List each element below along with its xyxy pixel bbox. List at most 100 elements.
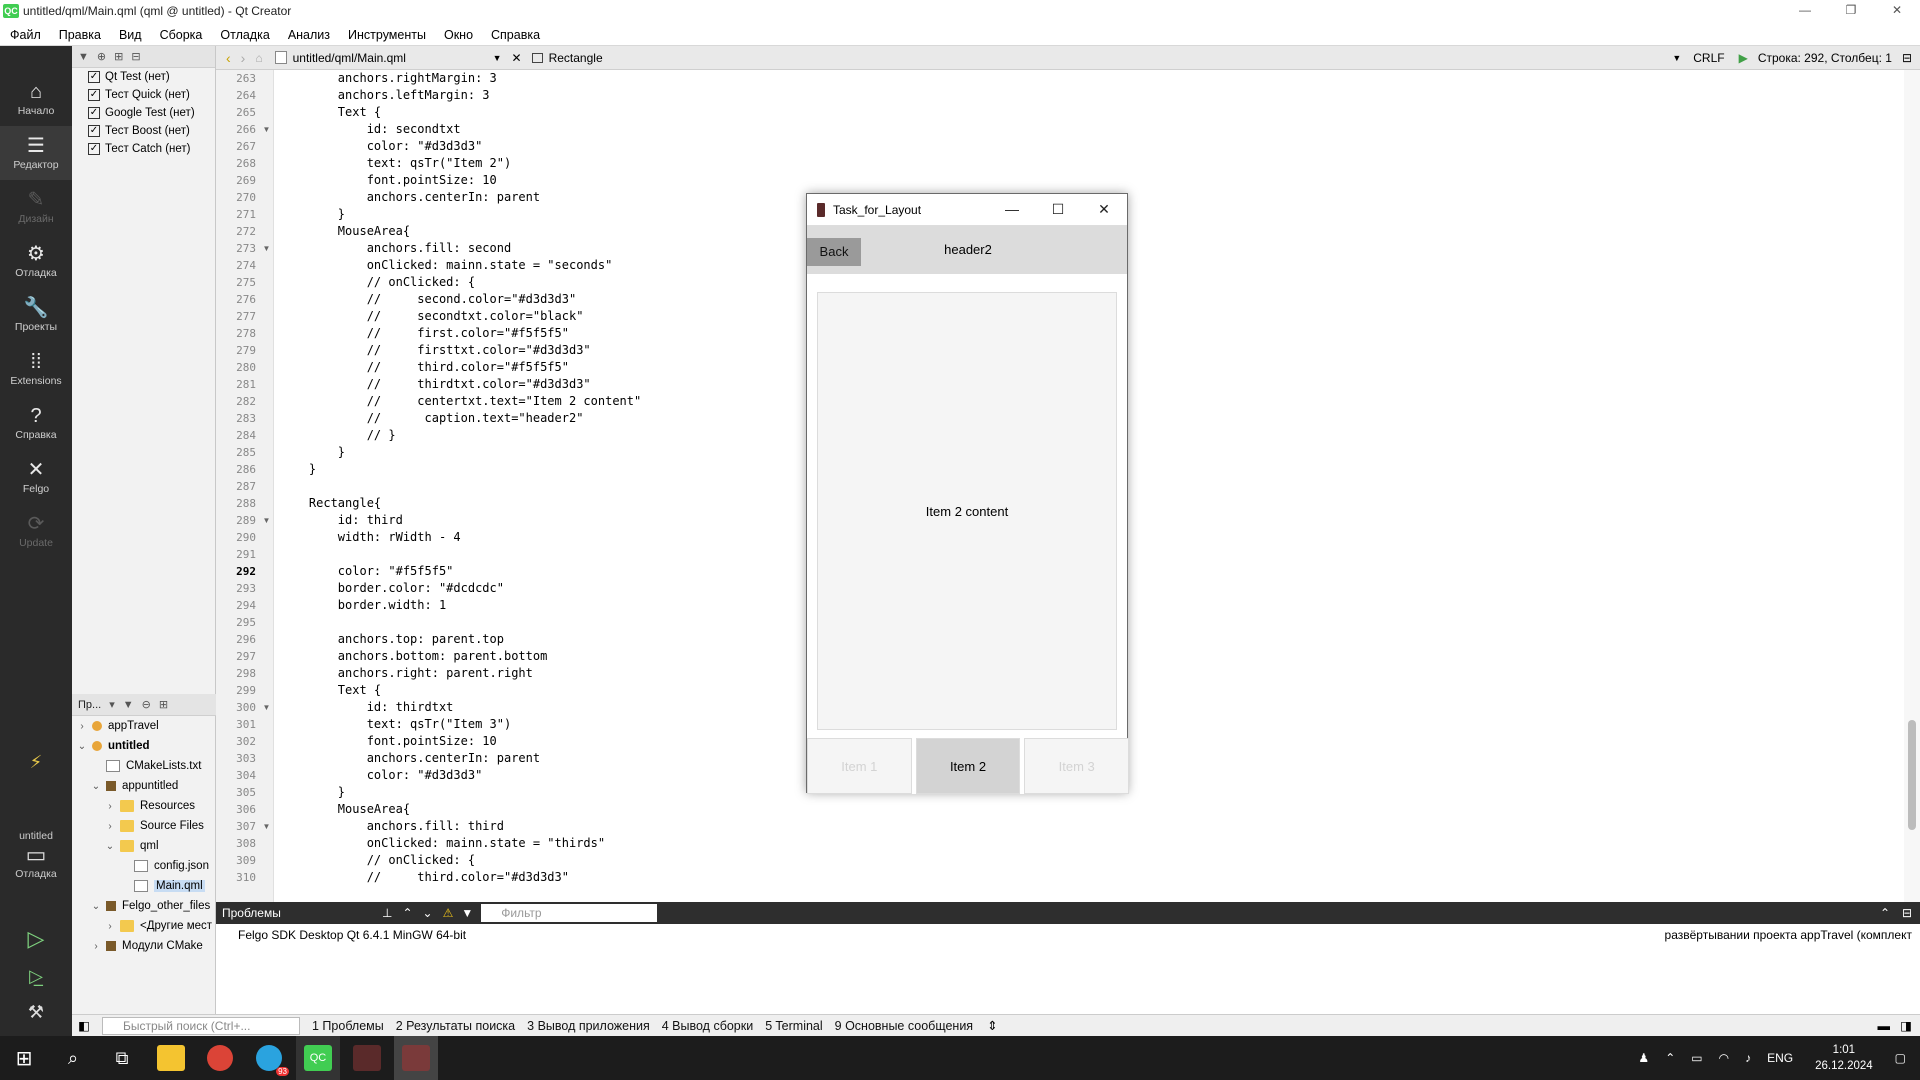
quick-search-input[interactable]: Быстрый поиск (Ctrl+... <box>102 1016 300 1035</box>
mode-extensions[interactable]: ⁞⁞ Extensions <box>0 342 72 396</box>
menu-item[interactable]: Инструменты <box>338 28 434 42</box>
output-tab[interactable]: 1 Проблемы <box>312 1019 384 1033</box>
collapse-arrow-icon[interactable]: › <box>104 921 116 932</box>
project-tree-item[interactable]: ⌄ untitled <box>72 736 216 756</box>
tray-chevron-icon[interactable]: ⌃ <box>1665 1051 1675 1065</box>
fold-arrow-icon[interactable]: ▼ <box>260 240 273 257</box>
fold-arrow-icon[interactable]: ▼ <box>260 121 273 138</box>
mode-дизайн[interactable]: ✎ Дизайн <box>0 180 72 234</box>
close-icon[interactable]: ✕ <box>1081 194 1127 226</box>
qt-app-taskbar-icon[interactable] <box>345 1036 389 1080</box>
project-tree-item[interactable]: CMakeLists.txt <box>72 756 216 776</box>
expand-icon[interactable]: ⊞ <box>114 50 123 63</box>
menu-item[interactable]: Анализ <box>278 28 338 42</box>
scrollbar-thumb[interactable] <box>1908 720 1916 830</box>
toggle-right-sidebar-icon[interactable]: ◨ <box>1900 1018 1912 1033</box>
fold-arrow-icon[interactable]: ▼ <box>260 818 273 835</box>
run-icon[interactable]: ▷ <box>0 926 72 952</box>
expand-arrow-icon[interactable]: ⌄ <box>104 841 116 852</box>
language-indicator[interactable]: ENG <box>1767 1051 1793 1065</box>
run-tests-icon[interactable]: ⊕ <box>97 50 106 63</box>
mode-справка[interactable]: ? Справка <box>0 396 72 450</box>
checkbox[interactable]: ✓ <box>88 143 100 155</box>
project-tree-item[interactable]: ⌄ appuntitled <box>72 776 216 796</box>
project-tree-item[interactable]: › <Другие мест <box>72 916 216 936</box>
tab-item-1[interactable]: Item 1 <box>807 738 912 794</box>
menu-item[interactable]: Сборка <box>150 28 211 42</box>
toggle-sidebar-icon[interactable]: ◧ <box>78 1018 90 1033</box>
menu-item[interactable]: Окно <box>434 28 481 42</box>
mode-редактор[interactable]: ☰ Редактор <box>0 126 72 180</box>
menu-item[interactable]: Отладка <box>210 28 277 42</box>
split-editor-icon[interactable]: ⊟ <box>1902 51 1912 65</box>
build-hammer-icon[interactable]: ⚒ <box>0 1002 72 1023</box>
next-icon[interactable]: ⌄ <box>423 906 433 920</box>
filter-icon[interactable]: ▼ <box>123 699 134 711</box>
debug-run-icon[interactable]: ▷̲ <box>0 966 72 987</box>
maximize-pane-icon[interactable]: ⌃ <box>1880 906 1890 920</box>
editor-scrollbar[interactable] <box>1904 70 1920 902</box>
tab-item-3[interactable]: Item 3 <box>1024 738 1130 794</box>
close-icon[interactable]: ✕ <box>1874 0 1920 22</box>
minimize-icon[interactable]: — <box>1782 0 1828 22</box>
output-tab[interactable]: 4 Вывод сборки <box>662 1019 753 1033</box>
project-tree-item[interactable]: ⌄ Felgo_other_files <box>72 896 216 916</box>
menu-item[interactable]: Правка <box>49 28 109 42</box>
symbol-selector[interactable]: Rectangle <box>549 51 1673 65</box>
minimize-icon[interactable]: — <box>989 194 1035 226</box>
collapse-arrow-icon[interactable]: › <box>76 721 88 732</box>
filter-input[interactable]: Фильтр <box>481 904 658 922</box>
search-icon[interactable]: ⌕ <box>51 1036 95 1080</box>
mode-проекты[interactable]: 🔧 Проекты <box>0 288 72 342</box>
expand-arrow-icon[interactable]: ⌄ <box>76 741 88 752</box>
filter-icon[interactable]: ▼ <box>78 51 89 63</box>
forward-arrow-icon[interactable]: › <box>241 50 246 66</box>
test-framework-item[interactable]: ✓ Qt Test (нет) <box>72 68 215 86</box>
project-tree-item[interactable]: › appTravel <box>72 716 216 736</box>
dropdown-icon[interactable]: ▾ <box>109 698 115 711</box>
split-icon[interactable]: ⊞ <box>159 698 168 711</box>
menu-item[interactable]: Вид <box>109 28 150 42</box>
collapse-icon[interactable]: ⊟ <box>131 50 140 63</box>
project-tree-item[interactable]: › Source Files <box>72 816 216 836</box>
output-tab[interactable]: 2 Результаты поиска <box>396 1019 515 1033</box>
fold-margin[interactable]: ▼ ▼ ▼ ▼ ▼ <box>260 70 274 902</box>
test-framework-item[interactable]: ✓ Google Test (нет) <box>72 104 215 122</box>
task-view-icon[interactable]: ⧉ <box>100 1036 144 1080</box>
mode-отладка[interactable]: ⚙ Отладка <box>0 234 72 288</box>
expand-arrow-icon[interactable]: ⌄ <box>90 781 102 792</box>
back-arrow-icon[interactable]: ‹ <box>226 50 231 66</box>
filter-icon[interactable]: ▼ <box>461 906 473 920</box>
menu-item[interactable]: Файл <box>0 28 49 42</box>
output-tab[interactable]: 9 Основные сообщения <box>835 1019 973 1033</box>
test-framework-item[interactable]: ✓ Тест Boost (нет) <box>72 122 215 140</box>
file-explorer-icon[interactable] <box>149 1036 193 1080</box>
menu-item[interactable]: Справка <box>481 28 548 42</box>
project-tree-item[interactable]: › Модули CMake <box>72 936 216 956</box>
clock[interactable]: 1:01 26.12.2024 <box>1815 1042 1873 1074</box>
telegram-icon[interactable]: 93 <box>247 1036 291 1080</box>
mode-felgo[interactable]: ✕ Felgo <box>0 450 72 504</box>
restore-icon[interactable]: ❐ <box>1828 0 1874 22</box>
monitor-icon[interactable]: ▭ <box>0 842 72 868</box>
wifi-icon[interactable]: ◠ <box>1719 1051 1729 1065</box>
project-tree-item[interactable]: config.json <box>72 856 216 876</box>
fold-arrow-icon[interactable]: ▼ <box>260 699 273 716</box>
back-button[interactable]: Back <box>807 238 861 266</box>
output-tab[interactable]: 5 Terminal <box>765 1019 822 1033</box>
clean-icon[interactable]: ⊥ <box>382 906 392 920</box>
close-pane-icon[interactable]: ⊟ <box>1902 906 1912 920</box>
test-framework-item[interactable]: ✓ Тест Catch (нет) <box>72 140 215 158</box>
projects-selector[interactable]: Пр... <box>78 699 101 711</box>
mode-начало[interactable]: ⌂ Начало <box>0 72 72 126</box>
dropdown-icon[interactable]: ▼ <box>1672 53 1681 63</box>
prev-icon[interactable]: ⌃ <box>402 906 412 920</box>
people-icon[interactable]: ♟ <box>1638 1051 1649 1065</box>
hot-reload-icon[interactable]: ⚡ <box>0 752 72 773</box>
collapse-arrow-icon[interactable]: › <box>104 821 116 832</box>
toggle-output-icon[interactable]: ▬ <box>1878 1019 1891 1033</box>
problem-message[interactable]: развёртывании проекта appTravel (комплек… <box>1665 928 1912 942</box>
chrome-icon[interactable] <box>198 1036 242 1080</box>
maximize-icon[interactable]: ☐ <box>1035 194 1081 226</box>
collapse-arrow-icon[interactable]: › <box>104 801 116 812</box>
